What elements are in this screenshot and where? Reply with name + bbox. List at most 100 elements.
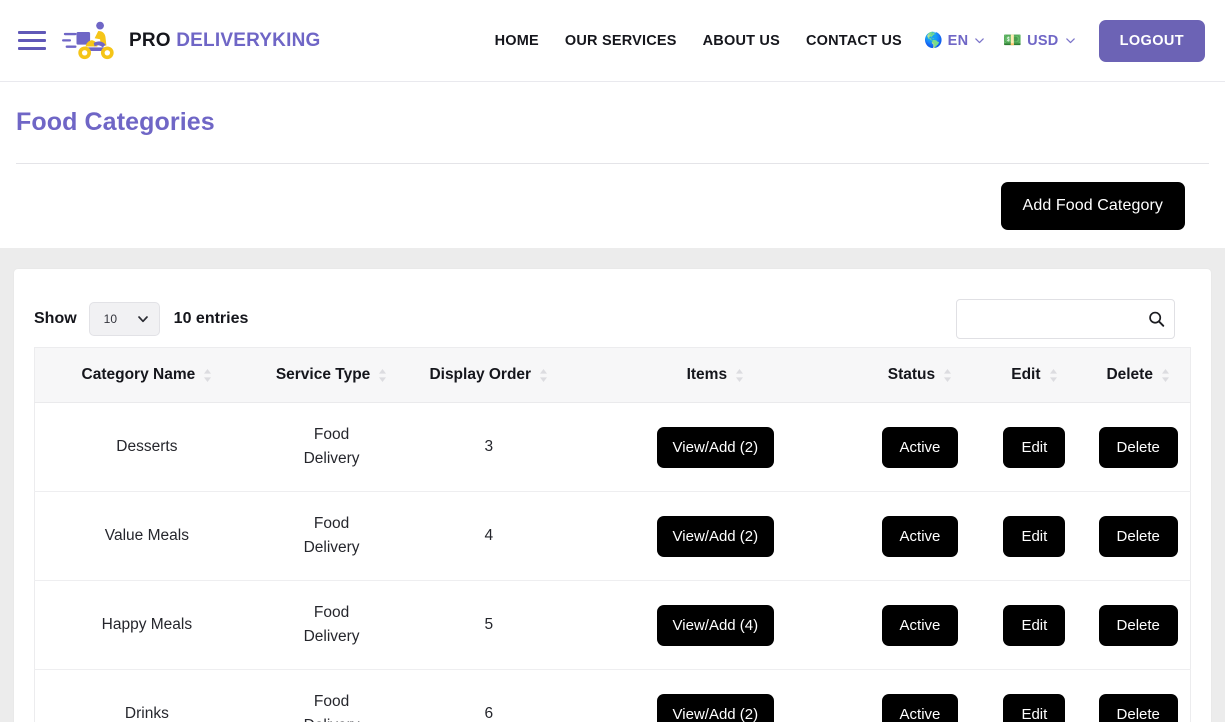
food-categories-card: Show 10 25 50 100 10 entries: [14, 269, 1211, 722]
food-categories-table: Category Name Service Type: [34, 347, 1191, 722]
cell-delete: Delete: [1086, 670, 1190, 722]
status-badge-button[interactable]: Active: [882, 605, 959, 646]
delete-button[interactable]: Delete: [1099, 605, 1178, 646]
logout-button[interactable]: LOGOUT: [1099, 20, 1205, 62]
chevron-down-icon: [974, 35, 985, 46]
nav-item-home[interactable]: HOME: [482, 33, 552, 49]
status-badge-button[interactable]: Active: [882, 516, 959, 557]
column-header-category-name[interactable]: Category Name: [35, 348, 259, 403]
cell-status: Active: [858, 492, 983, 581]
search-box: [956, 299, 1175, 339]
brand-wordmark: PRO DELIVERYKING: [129, 30, 320, 52]
page-length-select-wrap: 10 25 50 100: [89, 302, 160, 336]
search-input[interactable]: [956, 299, 1175, 339]
brand-name-pro: PRO: [129, 30, 171, 51]
hamburger-bar: [18, 39, 46, 42]
brand-logo-link[interactable]: PRO DELIVERYKING: [62, 19, 320, 63]
sort-icon: [539, 368, 548, 383]
language-selector[interactable]: 🌎 EN: [915, 33, 994, 49]
cell-edit: Edit: [982, 670, 1086, 722]
delete-button[interactable]: Delete: [1099, 516, 1178, 557]
cell-display-order: 5: [404, 581, 573, 670]
column-label: Items: [687, 366, 728, 384]
column-header-service-type[interactable]: Service Type: [259, 348, 405, 403]
search-icon[interactable]: [1148, 311, 1165, 328]
cell-delete: Delete: [1086, 492, 1190, 581]
column-header-display-order[interactable]: Display Order: [404, 348, 573, 403]
delete-button[interactable]: Delete: [1099, 427, 1178, 468]
column-label: Delete: [1106, 366, 1153, 384]
column-label: Edit: [1011, 366, 1040, 384]
table-row: Value Meals Food Delivery 4 View/Add (2)…: [35, 492, 1191, 581]
column-label: Category Name: [82, 366, 196, 384]
cell-items: View/Add (2): [573, 492, 857, 581]
edit-button[interactable]: Edit: [1003, 605, 1065, 646]
cell-category-name: Value Meals: [35, 492, 259, 581]
currency-selector[interactable]: 💵 USD: [994, 33, 1084, 49]
page-action-bar: Add Food Category: [0, 164, 1225, 248]
nav-item-about-us[interactable]: ABOUT US: [690, 33, 793, 49]
main-navigation: HOME OUR SERVICES ABOUT US CONTACT US 🌎 …: [482, 20, 1205, 62]
status-badge-button[interactable]: Active: [882, 694, 959, 722]
table-controls: Show 10 25 50 100 10 entries: [34, 291, 1191, 347]
sort-icon: [1049, 368, 1058, 383]
edit-button[interactable]: Edit: [1003, 694, 1065, 722]
cell-category-name: Happy Meals: [35, 581, 259, 670]
currency-code: USD: [1027, 33, 1059, 49]
cell-service-type: Food Delivery: [259, 403, 405, 492]
cell-category-name: Desserts: [35, 403, 259, 492]
column-header-items[interactable]: Items: [573, 348, 857, 403]
cell-edit: Edit: [982, 492, 1086, 581]
language-code: EN: [948, 33, 969, 49]
service-type-text: Food Delivery: [300, 601, 364, 649]
chevron-down-icon: [1065, 35, 1076, 46]
column-label: Status: [888, 366, 935, 384]
column-header-status[interactable]: Status: [858, 348, 983, 403]
cell-status: Active: [858, 403, 983, 492]
sort-icon: [203, 368, 212, 383]
view-add-items-button[interactable]: View/Add (4): [657, 605, 775, 646]
cell-service-type: Food Delivery: [259, 670, 405, 722]
show-label: Show: [34, 310, 77, 328]
page-title: Food Categories: [16, 108, 1209, 137]
column-header-delete[interactable]: Delete: [1086, 348, 1190, 403]
hamburger-menu-icon[interactable]: [18, 28, 50, 54]
content-background: Show 10 25 50 100 10 entries: [0, 248, 1225, 722]
edit-button[interactable]: Edit: [1003, 427, 1065, 468]
table-row: Desserts Food Delivery 3 View/Add (2) Ac…: [35, 403, 1191, 492]
banknote-icon: 💵: [1003, 33, 1022, 48]
view-add-items-button[interactable]: View/Add (2): [657, 427, 775, 468]
cell-display-order: 3: [404, 403, 573, 492]
add-food-category-button[interactable]: Add Food Category: [1001, 182, 1185, 230]
table-row: Happy Meals Food Delivery 5 View/Add (4)…: [35, 581, 1191, 670]
nav-item-our-services[interactable]: OUR SERVICES: [552, 33, 690, 49]
cell-status: Active: [858, 581, 983, 670]
cell-category-name: Drinks: [35, 670, 259, 722]
cell-service-type: Food Delivery: [259, 492, 405, 581]
hamburger-bar: [18, 47, 46, 50]
cell-edit: Edit: [982, 403, 1086, 492]
column-header-edit[interactable]: Edit: [982, 348, 1086, 403]
globe-icon: 🌎: [924, 33, 943, 48]
view-add-items-button[interactable]: View/Add (2): [657, 694, 775, 722]
service-type-text: Food Delivery: [300, 423, 364, 471]
table-row: Drinks Food Delivery 6 View/Add (2) Acti…: [35, 670, 1191, 722]
delivery-scooter-icon: [62, 19, 120, 63]
cell-items: View/Add (4): [573, 581, 857, 670]
sort-icon: [943, 368, 952, 383]
cell-items: View/Add (2): [573, 670, 857, 722]
page-length-select[interactable]: 10 25 50 100: [89, 302, 160, 336]
sort-icon: [735, 368, 744, 383]
view-add-items-button[interactable]: View/Add (2): [657, 516, 775, 557]
delete-button[interactable]: Delete: [1099, 694, 1178, 722]
status-badge-button[interactable]: Active: [882, 427, 959, 468]
edit-button[interactable]: Edit: [1003, 516, 1065, 557]
entries-count-label: 10 entries: [174, 310, 249, 328]
sort-icon: [378, 368, 387, 383]
cell-display-order: 6: [404, 670, 573, 722]
column-label: Display Order: [429, 366, 531, 384]
site-header: PRO DELIVERYKING HOME OUR SERVICES ABOUT…: [0, 0, 1225, 82]
nav-item-contact-us[interactable]: CONTACT US: [793, 33, 915, 49]
brand-name-king: DELIVERYKING: [176, 30, 320, 51]
cell-display-order: 4: [404, 492, 573, 581]
